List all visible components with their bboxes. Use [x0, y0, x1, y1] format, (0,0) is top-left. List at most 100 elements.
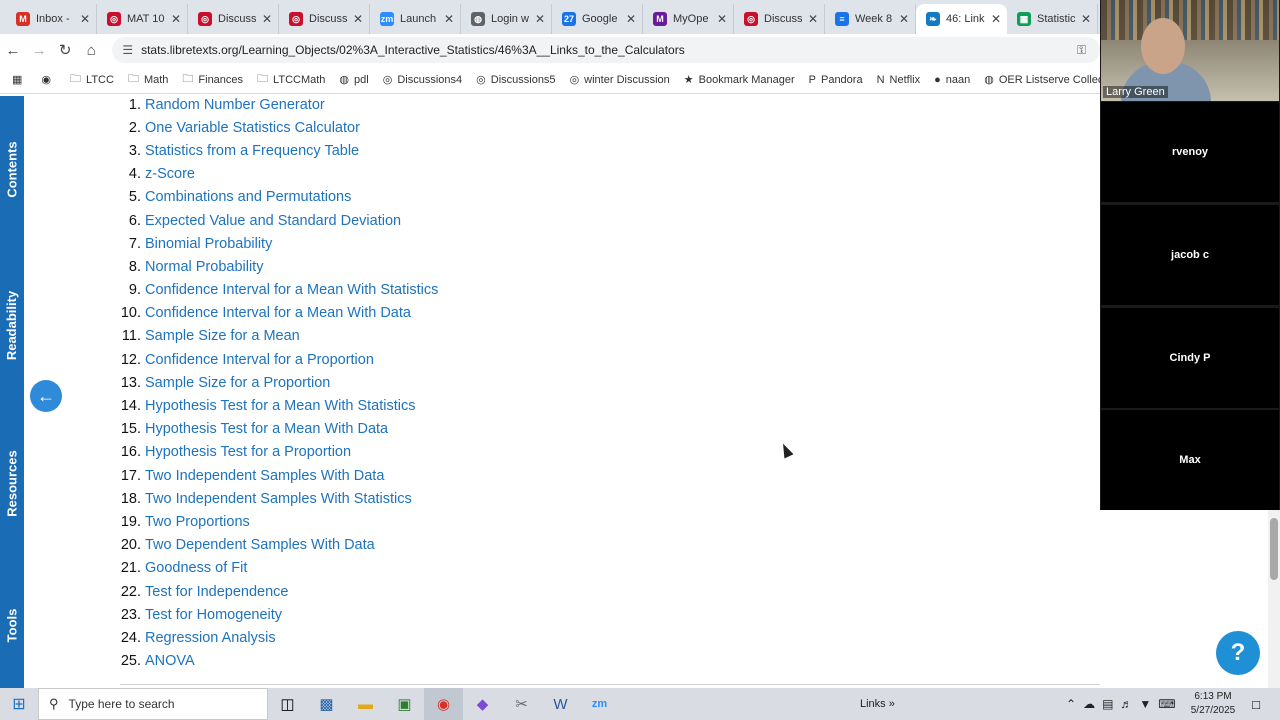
calculator-link[interactable]: ANOVA: [145, 653, 195, 669]
droplet-app-icon[interactable]: ◆: [463, 688, 502, 720]
snipping-tool-icon[interactable]: ✂: [502, 688, 541, 720]
calculator-link[interactable]: Regression Analysis: [145, 630, 276, 646]
keyboard-icon[interactable]: ⌨: [1158, 697, 1175, 711]
sidebar-item-readability[interactable]: Readability: [0, 280, 24, 370]
close-tab-icon[interactable]: ✕: [1081, 12, 1091, 26]
bookmark-item[interactable]: ◎ winter Discussion: [570, 73, 670, 87]
calculator-link[interactable]: Normal Probability: [145, 259, 263, 275]
close-tab-icon[interactable]: ✕: [991, 12, 1001, 26]
address-bar[interactable]: ☰ stats.libretexts.org/Learning_Objects/…: [112, 37, 1101, 63]
page-scrollbar[interactable]: [1268, 510, 1280, 688]
chrome-icon[interactable]: ◉: [41, 73, 56, 86]
bookmark-item[interactable]: 🗀 LTCCMath: [257, 70, 325, 89]
bookmark-item[interactable]: 🗀 Math: [128, 70, 168, 89]
browser-tab[interactable]: ❧ 46: Link ✕: [916, 4, 1007, 34]
sidebar-item-contents[interactable]: Contents: [0, 124, 24, 214]
zoom-taskbar-icon[interactable]: zm: [580, 688, 619, 720]
close-tab-icon[interactable]: ✕: [626, 12, 636, 26]
calculator-link[interactable]: Goodness of Fit: [145, 560, 247, 576]
calculator-link[interactable]: Test for Independence: [145, 584, 289, 600]
calculator-link[interactable]: Expected Value and Standard Deviation: [145, 213, 401, 229]
browser-tab[interactable]: ◍ Login w ✕: [461, 4, 552, 34]
calculator-link[interactable]: Two Independent Samples With Statistics: [145, 491, 412, 507]
bookmark-item[interactable]: ★ Bookmark Manager: [684, 73, 795, 87]
browser-tab[interactable]: 27 Google ✕: [552, 4, 643, 34]
calculator-link[interactable]: Two Proportions: [145, 514, 250, 530]
close-tab-icon[interactable]: ✕: [808, 12, 818, 26]
speaker-video[interactable]: Larry Green: [1101, 0, 1279, 101]
home-button[interactable]: ⌂: [78, 36, 104, 64]
this-pc-icon[interactable]: ▩: [307, 688, 346, 720]
browser-tab[interactable]: ◎ Discuss ✕: [734, 4, 825, 34]
taskbar-clock[interactable]: 6:13 PM 5/27/2025: [1186, 690, 1240, 718]
chevron-up-icon[interactable]: ⌃: [1066, 697, 1076, 711]
site-info-icon[interactable]: ☰: [122, 43, 133, 57]
participant-tile[interactable]: jacob c: [1101, 205, 1279, 305]
calculator-link[interactable]: Binomial Probability: [145, 236, 272, 252]
bookmark-item[interactable]: ◎ Discussions4: [383, 73, 462, 87]
close-tab-icon[interactable]: ✕: [171, 12, 181, 26]
calculator-link[interactable]: Test for Homogeneity: [145, 607, 282, 623]
calculator-link[interactable]: Sample Size for a Proportion: [145, 375, 330, 391]
apps-icon[interactable]: ▦: [12, 73, 27, 86]
windows-start-button[interactable]: ⊞: [0, 688, 38, 720]
links-toolbar[interactable]: Links »: [860, 688, 895, 720]
spreadsheet-app-icon[interactable]: ▣: [385, 688, 424, 720]
browser-tab[interactable]: ◎ MAT 10 ✕: [97, 4, 188, 34]
browser-tab[interactable]: ▦ Statistic ✕: [1007, 4, 1098, 34]
browser-tab[interactable]: ≡ Week 8 ✕: [825, 4, 916, 34]
calculator-link[interactable]: Hypothesis Test for a Proportion: [145, 444, 351, 460]
password-key-icon[interactable]: ⚿: [1077, 43, 1086, 58]
taskbar-search-box[interactable]: ⚲ Type here to search: [38, 688, 268, 720]
calculator-link[interactable]: Hypothesis Test for a Mean With Statisti…: [145, 398, 416, 414]
calculator-link[interactable]: Sample Size for a Mean: [145, 328, 300, 344]
browser-tab[interactable]: M MyOpe ✕: [643, 4, 734, 34]
reload-button[interactable]: ↻: [52, 36, 78, 64]
onedrive-icon[interactable]: ☁: [1083, 697, 1095, 711]
microphone-icon[interactable]: ▼: [1139, 697, 1151, 711]
browser-tab[interactable]: ◎ Discuss ✕: [188, 4, 279, 34]
close-tab-icon[interactable]: ✕: [262, 12, 272, 26]
close-tab-icon[interactable]: ✕: [444, 12, 454, 26]
sidebar-item-resources[interactable]: Resources: [0, 438, 24, 528]
calculator-link[interactable]: Confidence Interval for a Mean With Stat…: [145, 282, 438, 298]
bookmark-item[interactable]: 🗀 Finances: [182, 70, 243, 89]
bookmark-item[interactable]: ● naan: [934, 74, 970, 86]
task-view-icon[interactable]: ◫: [268, 688, 307, 720]
calculator-link[interactable]: Confidence Interval for a Proportion: [145, 352, 374, 368]
calculator-link[interactable]: Two Independent Samples With Data: [145, 468, 384, 484]
calculator-link[interactable]: One Variable Statistics Calculator: [145, 120, 360, 136]
participant-tile[interactable]: rvenoy: [1101, 102, 1279, 202]
bookmark-item[interactable]: P Pandora: [809, 74, 863, 86]
close-tab-icon[interactable]: ✕: [535, 12, 545, 26]
back-button[interactable]: ←: [0, 36, 26, 64]
file-explorer-icon[interactable]: ▬: [346, 688, 385, 720]
close-tab-icon[interactable]: ✕: [80, 12, 90, 26]
calculator-link[interactable]: z-Score: [145, 166, 195, 182]
calculator-link[interactable]: Random Number Generator: [145, 97, 325, 113]
sidebar-item-tools[interactable]: Tools: [0, 580, 24, 670]
scrollbar-thumb[interactable]: [1270, 518, 1278, 580]
bookmark-item[interactable]: ◍ OER Listserve Collec...: [984, 73, 1100, 87]
forward-button[interactable]: →: [26, 36, 52, 64]
participant-tile[interactable]: Cindy P: [1101, 308, 1279, 408]
notification-icon[interactable]: □: [1246, 688, 1266, 720]
help-button[interactable]: ?: [1216, 631, 1260, 675]
close-tab-icon[interactable]: ✕: [353, 12, 363, 26]
calculator-link[interactable]: Statistics from a Frequency Table: [145, 143, 359, 159]
close-tab-icon[interactable]: ✕: [899, 12, 909, 26]
browser-tab[interactable]: M Inbox - ✕: [6, 4, 97, 34]
calculator-link[interactable]: Hypothesis Test for a Mean With Data: [145, 421, 388, 437]
calculator-link[interactable]: Combinations and Permutations: [145, 189, 351, 205]
bookmark-item[interactable]: ◎ Discussions5: [476, 73, 555, 87]
bookmark-item[interactable]: 🗀 LTCC: [70, 70, 114, 89]
browser-tab[interactable]: zm Launch ✕: [370, 4, 461, 34]
browser-tab[interactable]: ◎ Discuss ✕: [279, 4, 370, 34]
close-tab-icon[interactable]: ✕: [717, 12, 727, 26]
network-icon[interactable]: ▤: [1102, 697, 1113, 711]
word-icon[interactable]: W: [541, 688, 580, 720]
calculator-link[interactable]: Confidence Interval for a Mean With Data: [145, 305, 411, 321]
bookmark-item[interactable]: ◍ pdl: [339, 73, 368, 87]
chrome-taskbar-icon[interactable]: ◉: [424, 688, 463, 720]
bookmark-item[interactable]: N Netflix: [877, 74, 921, 86]
